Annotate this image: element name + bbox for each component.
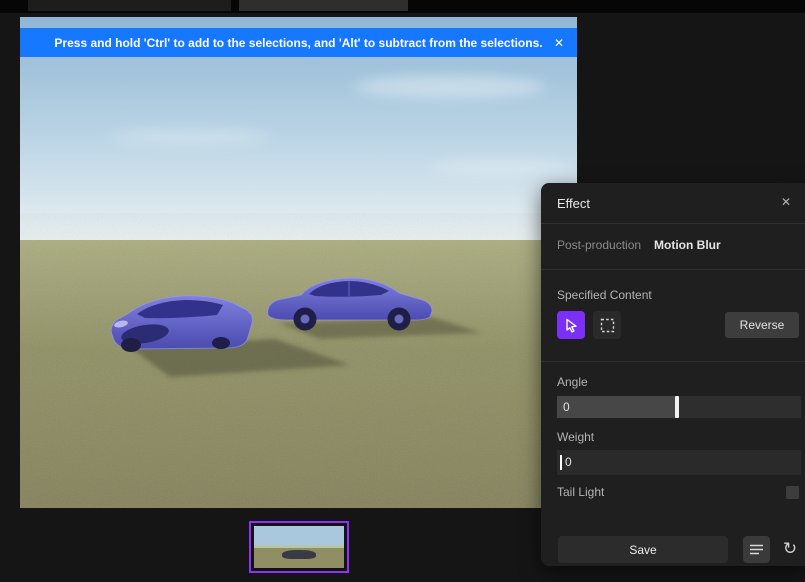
weight-label: Weight [557, 430, 594, 444]
cursor-select-tool-button[interactable] [557, 311, 585, 339]
post-production-label: Post-production [557, 238, 641, 252]
text-caret [560, 455, 562, 470]
reset-icon: ↺ [783, 539, 797, 559]
weight-input[interactable]: 0 [557, 450, 801, 475]
effect-panel: Effect ✕ Post-production Motion Blur Spe… [541, 183, 805, 566]
list-icon [749, 543, 764, 556]
top-tab-2[interactable] [239, 0, 408, 11]
specified-content-label: Specified Content [557, 288, 652, 302]
angle-slider-fill [557, 396, 675, 418]
angle-slider[interactable]: 0 [557, 396, 801, 418]
marquee-select-tool-button[interactable] [593, 311, 621, 339]
angle-value: 0 [563, 400, 570, 414]
panel-close-icon[interactable]: ✕ [781, 195, 791, 209]
tail-light-checkbox[interactable] [786, 486, 799, 499]
angle-label: Angle [557, 375, 588, 389]
top-tab-1[interactable] [28, 0, 231, 11]
scene-3d [20, 17, 577, 508]
hint-banner: Press and hold 'Ctrl' to add to the sele… [20, 28, 577, 57]
frame-thumbnail-image [254, 526, 344, 568]
panel-title: Effect [557, 196, 590, 211]
frame-thumbnail[interactable] [249, 521, 349, 573]
reset-button[interactable]: ↺ [777, 535, 803, 562]
banner-close-icon[interactable]: ✕ [554, 36, 564, 50]
cursor-icon [564, 318, 579, 333]
tail-light-label: Tail Light [557, 485, 604, 499]
list-settings-button[interactable] [743, 536, 770, 563]
angle-slider-handle[interactable] [675, 396, 679, 418]
marquee-icon [600, 318, 615, 333]
grass-texture [20, 240, 577, 508]
post-production-value: Motion Blur [654, 238, 721, 252]
save-button[interactable]: Save [558, 536, 728, 563]
reverse-button[interactable]: Reverse [725, 312, 799, 338]
weight-value: 0 [565, 455, 572, 469]
top-tab-bar [0, 0, 805, 13]
divider [541, 269, 805, 270]
viewport-3d[interactable]: Press and hold 'Ctrl' to add to the sele… [20, 17, 577, 508]
hint-banner-text: Press and hold 'Ctrl' to add to the sele… [54, 36, 542, 50]
divider [541, 361, 805, 362]
thumbnail-car-silhouette [282, 550, 316, 559]
divider [541, 223, 805, 224]
